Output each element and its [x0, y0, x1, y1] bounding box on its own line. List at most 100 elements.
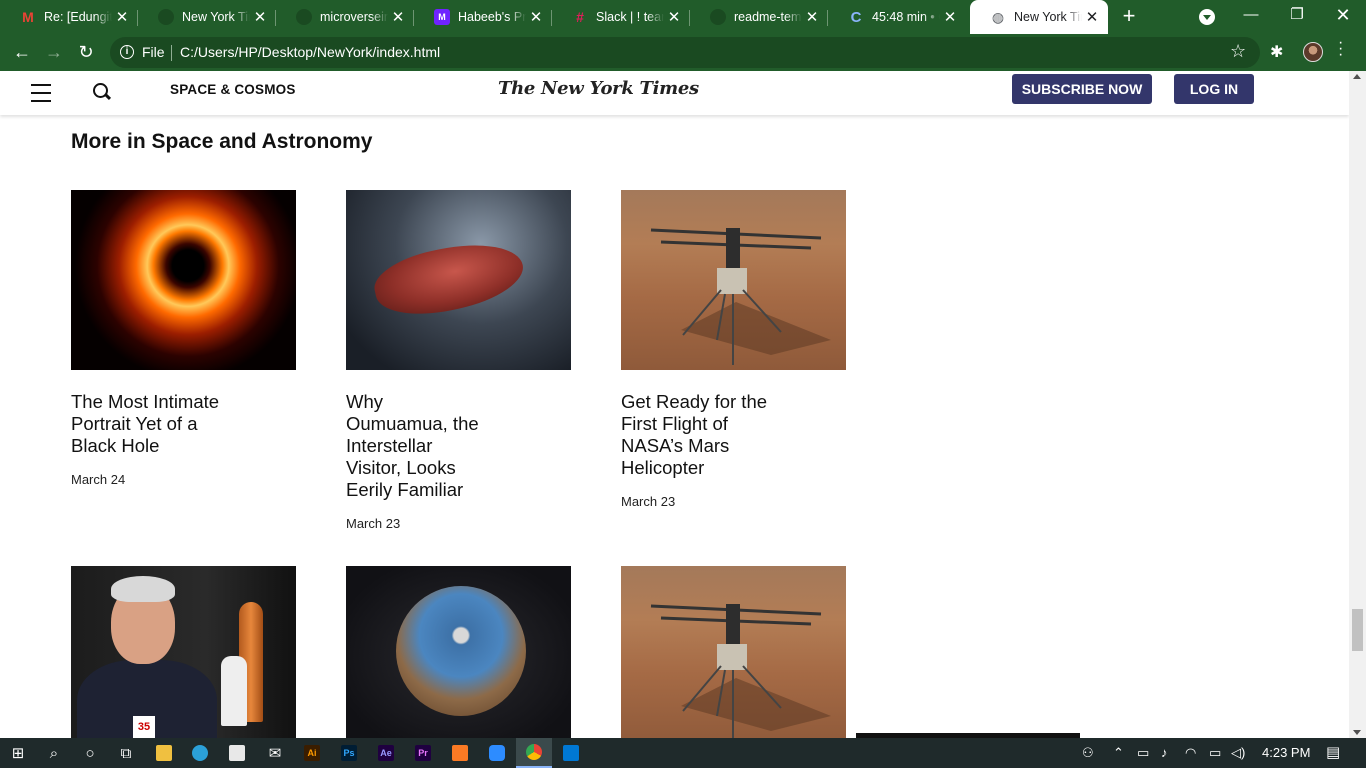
black-hole-image[interactable] [71, 190, 296, 370]
close-tab-icon[interactable]: ✕ [802, 8, 822, 26]
page-viewport: SPACE & COSMOS The New York Times SUBSCR… [0, 71, 1349, 738]
vscode-icon[interactable] [553, 738, 589, 768]
notifications-icon[interactable]: ▤ [1326, 738, 1340, 768]
browser-toolbar: ← → ↻ i File C:/Users/HP/Desktop/NewYork… [0, 34, 1366, 71]
tab-title: New York Tim [1014, 10, 1082, 24]
address-bar[interactable]: i File C:/Users/HP/Desktop/NewYork/index… [110, 37, 1260, 68]
article-title[interactable]: Get Ready for the First Flight of NASA’s… [621, 391, 771, 479]
tab-title: Habeeb's Proj [458, 10, 526, 24]
volume-icon[interactable]: ◁) [1231, 738, 1245, 768]
article-card[interactable] [346, 566, 571, 738]
xampp-icon[interactable] [442, 738, 478, 768]
after-effects-icon[interactable]: Ae [368, 738, 404, 768]
page-scrollbar[interactable] [1349, 71, 1366, 738]
info-icon[interactable]: i [120, 45, 134, 59]
browser-tab[interactable]: M Habeeb's Proj ✕ [414, 0, 552, 34]
article-card[interactable]: The Most Intimate Portrait Yet of a Blac… [71, 190, 296, 487]
premiere-icon[interactable]: Pr [405, 738, 441, 768]
zoom-icon[interactable] [479, 738, 515, 768]
login-button[interactable]: LOG IN [1174, 74, 1254, 104]
battery-icon[interactable]: ▭ [1209, 738, 1221, 768]
article-title[interactable]: Why Oumuamua, the Interstellar Visitor, … [346, 391, 486, 501]
illustrator-icon[interactable]: Ai [294, 738, 330, 768]
tab-title: New York Tim [182, 10, 250, 24]
article-card[interactable]: 35 [71, 566, 296, 738]
timer-icon: C [850, 8, 862, 26]
clock[interactable]: 4:23 PM [1262, 738, 1310, 768]
slack-icon: # [576, 9, 584, 25]
tab-search-icon[interactable] [1199, 9, 1215, 25]
browser-tab[interactable]: readme-temp ✕ [690, 0, 828, 34]
forward-icon[interactable]: → [42, 41, 66, 65]
close-window-icon[interactable]: ✕ [1320, 0, 1366, 32]
cortana-icon[interactable]: ○ [72, 738, 108, 768]
address-url[interactable]: C:/Users/HP/Desktop/NewYork/index.html [180, 44, 440, 60]
profile-avatar[interactable] [1303, 42, 1323, 62]
article-card[interactable]: Why Oumuamua, the Interstellar Visitor, … [346, 190, 571, 531]
wifi-icon[interactable]: ◠ [1185, 738, 1196, 768]
windows-taskbar: ⊞ ⌕ ○ ⧉ ✉ Ai Ps Ae Pr ⚇ ⌃ ▭ ♪ ◠ ▭ ◁) 4:2… [0, 738, 1366, 768]
minimize-icon[interactable]: — [1228, 0, 1274, 32]
browser-tab[interactable]: M Re: [Edungit/n ✕ [0, 0, 138, 34]
people-icon[interactable]: ⚇ [1082, 738, 1094, 768]
photoshop-icon[interactable]: Ps [331, 738, 367, 768]
file-explorer-icon[interactable] [146, 738, 182, 768]
scroll-down-icon[interactable] [1353, 730, 1361, 735]
planet-image[interactable] [346, 566, 571, 738]
mars-helicopter-image[interactable] [621, 190, 846, 370]
oumuamua-image[interactable] [346, 190, 571, 370]
close-tab-icon[interactable]: ✕ [250, 8, 270, 26]
back-icon[interactable]: ← [10, 41, 34, 65]
close-tab-icon[interactable]: ✕ [388, 8, 408, 26]
article-title[interactable]: The Most Intimate Portrait Yet of a Blac… [71, 391, 221, 457]
meet-now-icon[interactable]: ▭ [1137, 738, 1149, 768]
github-icon [158, 9, 174, 25]
restore-icon[interactable]: ❐ [1274, 0, 1320, 32]
browser-tab-active[interactable]: ◍ New York Tim ✕ [970, 0, 1108, 34]
microphone-icon[interactable]: ♪ [1161, 738, 1168, 768]
extensions-icon[interactable]: ✱ [1270, 42, 1283, 62]
search-icon[interactable] [92, 82, 112, 102]
close-tab-icon[interactable]: ✕ [940, 8, 960, 26]
close-tab-icon[interactable]: ✕ [112, 8, 132, 26]
tab-title: 45:48 min • C [872, 10, 940, 24]
mail-icon[interactable]: ✉ [257, 738, 293, 768]
site-header: SPACE & COSMOS The New York Times SUBSCR… [0, 71, 1349, 115]
chrome-icon[interactable] [516, 738, 552, 768]
reload-icon[interactable]: ↻ [74, 41, 98, 65]
edge-icon[interactable] [182, 738, 218, 768]
address-scheme: File [142, 44, 165, 60]
browser-tab[interactable]: # Slack | ! team ✕ [552, 0, 690, 34]
menu-icon[interactable] [31, 84, 51, 102]
scroll-thumb[interactable] [1352, 609, 1363, 651]
tab-title: Slack | ! team [596, 10, 664, 24]
store-icon[interactable] [219, 738, 255, 768]
windows-start-icon[interactable]: ⊞ [0, 738, 36, 768]
article-card[interactable]: Get Ready for the First Flight of NASA’s… [621, 190, 846, 509]
tray-overflow-icon[interactable]: ⌃ [1113, 738, 1124, 768]
browser-menu-icon[interactable]: · · · [1338, 35, 1344, 63]
browser-tab[interactable]: New York Tim ✕ [138, 0, 276, 34]
task-view-icon[interactable]: ⧉ [108, 738, 144, 768]
scroll-up-icon[interactable] [1353, 74, 1361, 79]
subscribe-button[interactable]: SUBSCRIBE NOW [1012, 74, 1152, 104]
browser-tab-strip: M Re: [Edungit/n ✕ New York Tim ✕ microv… [0, 0, 1366, 34]
nyt-logo[interactable]: The New York Times [498, 78, 699, 99]
tab-title: readme-temp [734, 10, 802, 24]
search-icon[interactable]: ⌕ [36, 738, 72, 768]
hair-shape [111, 576, 175, 602]
nasa-administrator-image[interactable]: 35 [71, 566, 296, 738]
close-tab-icon[interactable]: ✕ [526, 8, 546, 26]
github-icon [710, 9, 726, 25]
mars-helicopter-image[interactable] [621, 566, 846, 738]
section-name[interactable]: SPACE & COSMOS [170, 82, 296, 97]
tv-logo: 35 [133, 716, 155, 738]
browser-tab[interactable]: microverseinc ✕ [276, 0, 414, 34]
new-tab-button[interactable]: + [1117, 5, 1141, 29]
article-card[interactable] [621, 566, 846, 738]
browser-tab[interactable]: C 45:48 min • C ✕ [828, 0, 966, 34]
close-tab-icon[interactable]: ✕ [664, 8, 684, 26]
gmail-icon: M [22, 9, 34, 25]
close-tab-icon[interactable]: ✕ [1082, 8, 1102, 26]
bookmark-star-icon[interactable]: ☆ [1230, 41, 1246, 62]
